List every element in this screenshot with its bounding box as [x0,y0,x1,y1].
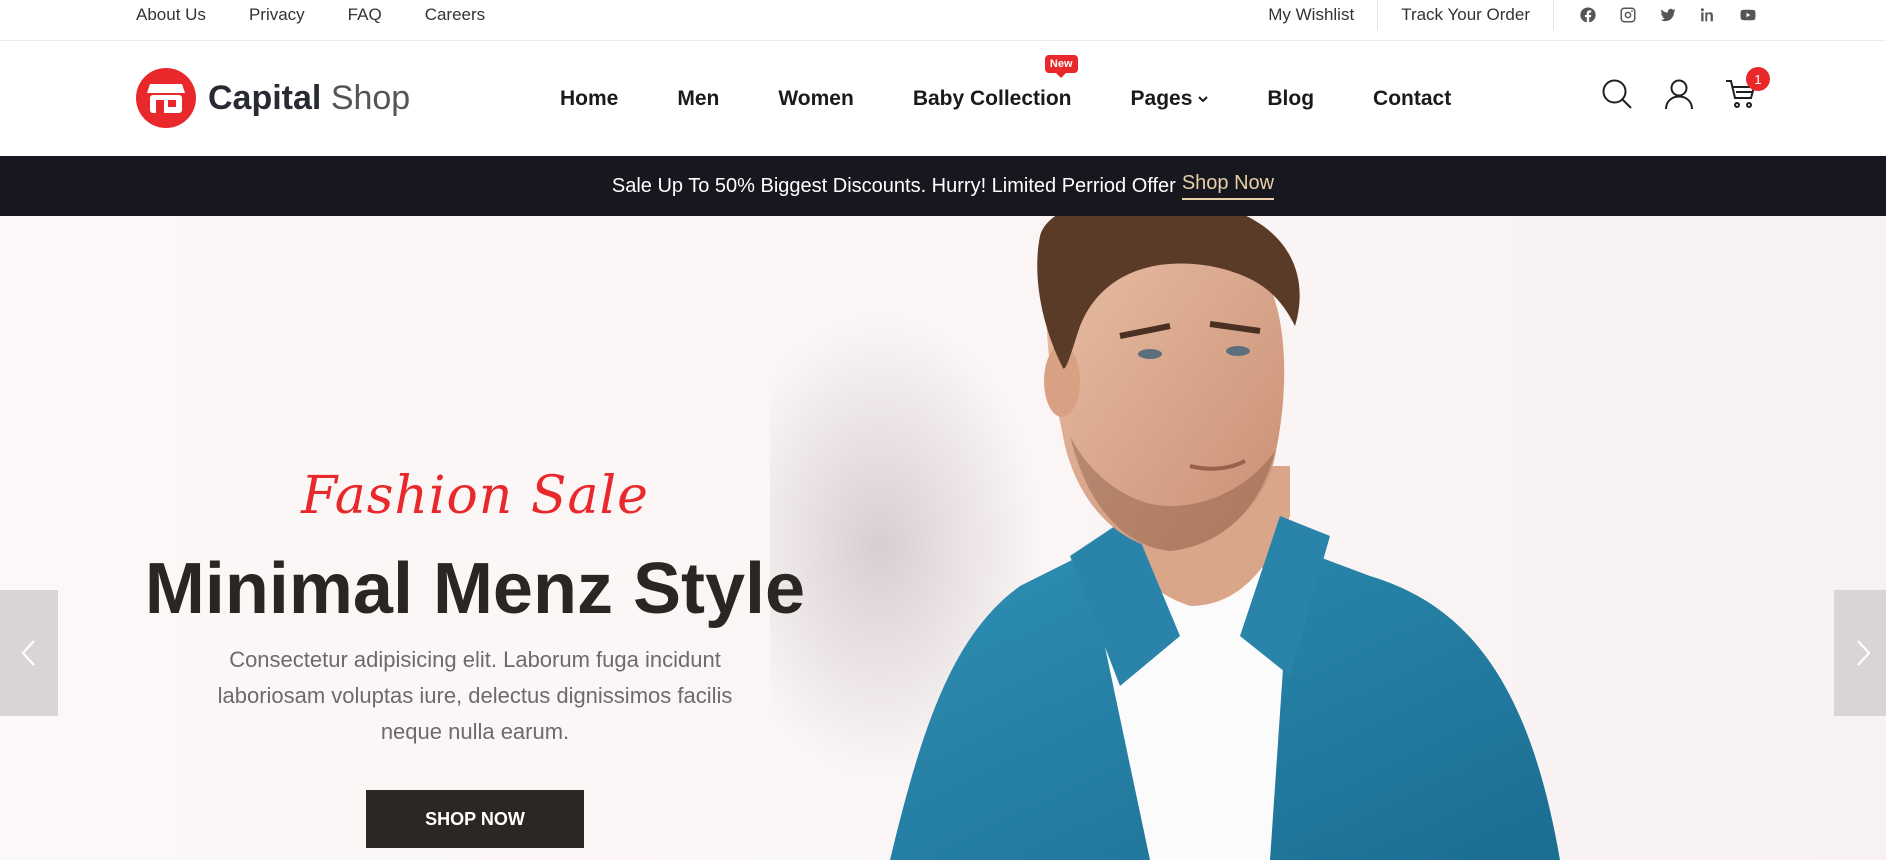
shop-logo-icon [136,68,196,128]
hero-slider: Fashion Sale Minimal Menz Style Consecte… [0,216,1886,860]
shop-now-link[interactable]: Shop Now [1181,172,1275,200]
nav-men[interactable]: Men [677,87,719,111]
nav-pages[interactable]: Pages [1131,87,1209,111]
top-bar: About Us Privacy FAQ Careers My Wishlist… [0,0,1886,41]
new-badge: New [1044,54,1078,78]
nav-baby-collection-label: Baby Collection [912,86,1072,110]
hero-content: Fashion Sale Minimal Menz Style Consecte… [140,466,810,848]
user-icon[interactable] [1662,77,1696,111]
faq-link[interactable]: FAQ [348,0,382,30]
hero-script-heading: Fashion Sale [301,466,649,526]
nav-baby-collection[interactable]: Baby Collection New [912,54,1078,111]
main-header: Capital Shop Home Men Women Baby Collect… [0,41,1886,156]
facebook-icon[interactable] [1578,5,1598,25]
hero-model-image [770,216,1560,860]
cart-count-badge: 1 [1746,67,1770,91]
brand-name-light: Shop [330,79,411,117]
brand-name: Capital Shop [208,78,410,118]
track-order-link[interactable]: Track Your Order [1378,0,1554,30]
linkedin-icon[interactable] [1698,5,1718,25]
social-links [1554,5,1758,25]
nav-pages-label: Pages [1130,86,1193,110]
youtube-icon[interactable] [1738,5,1758,25]
instagram-icon[interactable] [1618,5,1638,25]
top-right: My Wishlist Track Your Order [1268,0,1758,30]
twitter-icon[interactable] [1658,5,1678,25]
chevron-down-icon [1198,92,1209,106]
promo-text: Sale Up To 50% Biggest Discounts. Hurry!… [611,174,1176,197]
chevron-left-icon [21,640,35,666]
nav-home-label: Home [560,86,619,110]
hero-description: Consectetur adipisicing elit. Laborum fu… [217,647,733,744]
slider-next-button[interactable] [1834,590,1886,716]
nav-men-label: Men [677,86,720,110]
top-links: About Us Privacy FAQ Careers [136,0,528,30]
logo[interactable]: Capital Shop [136,68,410,128]
cart-icon[interactable]: 1 [1724,67,1770,111]
nav-women-label: Women [778,86,854,110]
brand-name-bold: Capital [208,79,322,117]
privacy-link[interactable]: Privacy [249,0,305,30]
shop-now-button[interactable]: SHOP NOW [366,790,584,848]
about-us-link[interactable]: About Us [136,0,206,30]
slider-prev-button[interactable] [0,590,58,716]
promo-bar: Sale Up To 50% Biggest Discounts. Hurry!… [0,156,1886,216]
header-actions: 1 [1600,67,1770,111]
careers-link[interactable]: Careers [425,0,485,30]
nav-blog[interactable]: Blog [1267,87,1314,111]
search-icon[interactable] [1600,77,1634,111]
nav-contact-label: Contact [1373,86,1452,110]
wishlist-link[interactable]: My Wishlist [1268,0,1379,30]
nav-blog-label: Blog [1267,86,1315,110]
chevron-right-icon [1857,640,1871,666]
hero-title: Minimal Menz Style [144,549,806,629]
main-nav: Home Men Women Baby Collection New Pages… [560,41,1451,156]
nav-contact[interactable]: Contact [1373,87,1451,111]
nav-women[interactable]: Women [778,87,853,111]
nav-home[interactable]: Home [560,87,618,111]
